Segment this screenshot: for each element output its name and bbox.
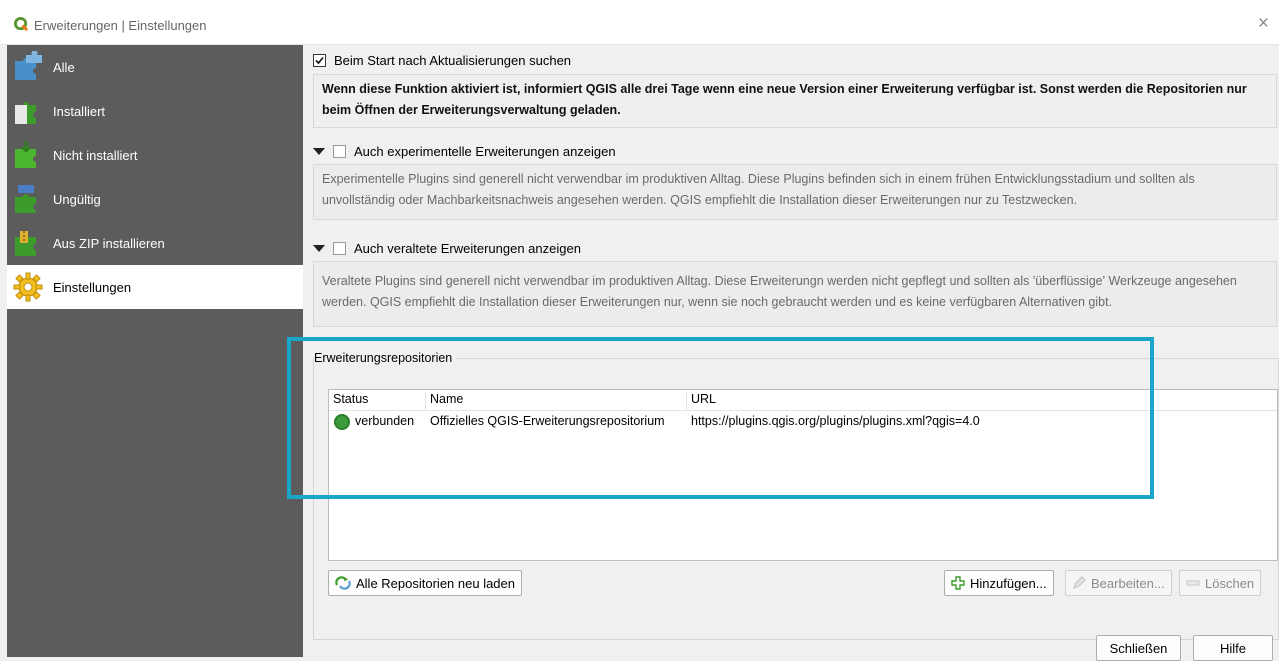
checkmark-icon [315,56,324,65]
connected-status-icon [334,414,350,430]
help-button-label: Hilfe [1219,640,1246,656]
qgis-logo-icon [14,17,29,32]
repositories-group-title: Erweiterungsrepositorien [314,351,457,365]
experimental-label: Auch experimentelle Erweiterungen anzeig… [354,144,616,159]
column-header-url[interactable]: URL [687,392,1277,410]
check-updates-checkbox[interactable] [313,54,326,67]
puzzle-installed-icon [15,102,36,124]
sidebar-item-label: Ungültig [53,191,101,207]
collapse-arrow-icon[interactable] [313,245,325,252]
delete-minus-icon [1186,580,1200,586]
add-repository-label: Hinzufügen... [970,575,1047,591]
experimental-info: Experimentelle Plugins sind generell nic… [313,164,1277,220]
sidebar-item-label: Installiert [53,103,106,119]
close-button[interactable]: Schließen [1096,635,1181,661]
sidebar-item-nicht-installiert[interactable]: Nicht installiert [7,133,303,177]
row-name: Offizielles QGIS-Erweiterungsrepositoriu… [430,414,665,428]
close-button-label: Schließen [1109,640,1168,656]
edit-repository-label: Bearbeiten... [1091,575,1165,591]
puzzle-invalid-icon [15,185,36,213]
title-bar: Erweiterungen | Einstellungen × [0,0,1279,45]
column-header-name[interactable]: Name [426,392,687,410]
table-row[interactable]: verbunden Offizielles QGIS-Erweiterungsr… [329,412,1277,432]
close-icon[interactable]: × [1258,13,1269,35]
delete-repository-label: Löschen [1205,575,1255,591]
add-repository-button[interactable]: Hinzufügen... [944,570,1054,596]
column-header-status[interactable]: Status [329,392,426,410]
check-updates-label: Beim Start nach Aktualisierungen suchen [334,53,572,68]
zip-install-icon [15,231,36,256]
sidebar-item-alle[interactable]: Alle [7,45,303,89]
sidebar-item-label: Einstellungen [53,279,132,295]
sidebar-item-aus-zip-installieren[interactable]: Aus ZIP installieren [7,221,303,265]
repositories-table[interactable]: Status Name URL verbunden Offizielles QG… [328,389,1278,561]
edit-pencil-icon [1073,576,1086,589]
help-button[interactable]: Hilfe [1193,635,1273,661]
deprecated-label: Auch veraltete Erweiterungen anzeigen [354,241,581,256]
add-plus-icon [951,576,965,590]
edit-repository-button[interactable]: Bearbeiten... [1065,570,1172,596]
sidebar-item-label: Nicht installiert [53,147,138,163]
check-updates-info: Wenn diese Funktion aktiviert ist, infor… [313,74,1277,128]
repositories-group: Erweiterungsrepositorien Status Name URL… [313,351,1279,640]
window-title: Erweiterungen | Einstellungen [34,18,207,33]
puzzle-not-installed-icon [15,141,36,168]
deprecated-checkbox[interactable] [333,242,346,255]
reload-repositories-button[interactable]: Alle Repositorien neu laden [328,570,522,596]
row-url: https://plugins.qgis.org/plugins/plugins… [691,414,980,428]
sidebar-item-label: Aus ZIP installieren [53,235,165,251]
experimental-row[interactable]: Auch experimentelle Erweiterungen anzeig… [313,144,616,159]
settings-gear-icon [13,272,43,302]
sidebar-item-installiert[interactable]: Installiert [7,89,303,133]
row-status: verbunden [355,414,415,428]
check-updates-row[interactable]: Beim Start nach Aktualisierungen suchen [313,53,571,68]
puzzle-all-icon [15,51,42,80]
experimental-checkbox[interactable] [333,145,346,158]
table-header: Status Name URL [329,390,1277,411]
collapse-arrow-icon[interactable] [313,148,325,155]
deprecated-info: Veraltete Plugins sind generell nicht ve… [313,261,1277,327]
reload-arrows-icon [335,576,351,590]
sidebar-item-einstellungen[interactable]: Einstellungen [7,265,303,309]
settings-panel: Beim Start nach Aktualisierungen suchen … [303,45,1279,661]
sidebar-item-ungueltig[interactable]: Ungültig [7,177,303,221]
sidebar-item-label: Alle [53,59,75,75]
sidebar: Alle Installiert Nicht installiert Ungül… [7,45,303,657]
delete-repository-button[interactable]: Löschen [1179,570,1262,596]
deprecated-row[interactable]: Auch veraltete Erweiterungen anzeigen [313,241,581,256]
reload-repositories-label: Alle Repositorien neu laden [356,575,515,591]
